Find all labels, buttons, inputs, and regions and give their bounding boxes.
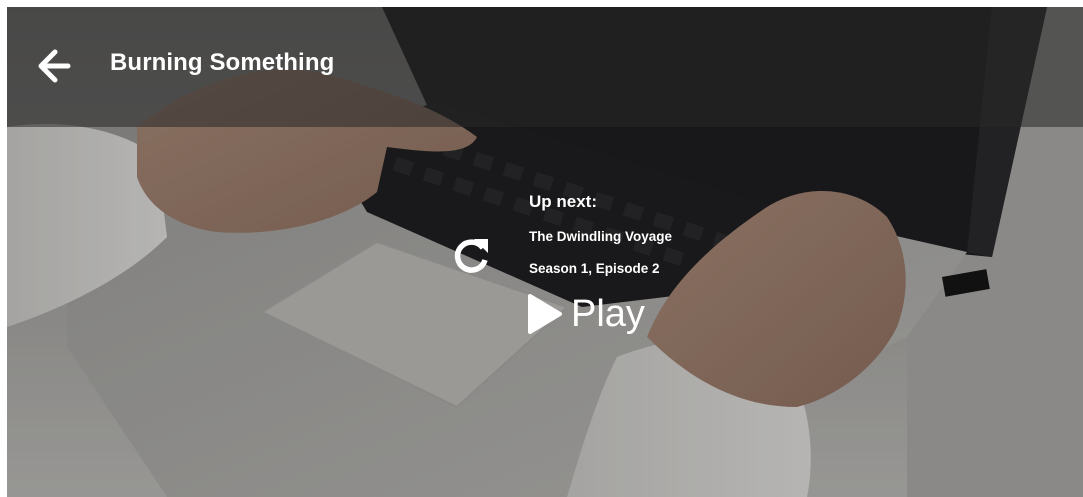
next-episode-info: Season 1, Episode 2 xyxy=(529,261,660,276)
video-player: Burning Something Up next: The Dwindling… xyxy=(7,7,1083,497)
header-bar: Burning Something xyxy=(7,7,1083,127)
back-button[interactable] xyxy=(29,42,77,90)
replay-icon xyxy=(454,239,488,273)
up-next-label: Up next: xyxy=(529,192,597,211)
arrow-left-icon xyxy=(38,49,71,83)
play-icon xyxy=(528,294,562,334)
play-button[interactable]: Play xyxy=(527,291,645,337)
video-title: Burning Something xyxy=(110,49,335,76)
next-episode-title: The Dwindling Voyage xyxy=(529,229,673,244)
play-label: Play xyxy=(571,293,645,335)
replay-button[interactable] xyxy=(448,233,494,279)
